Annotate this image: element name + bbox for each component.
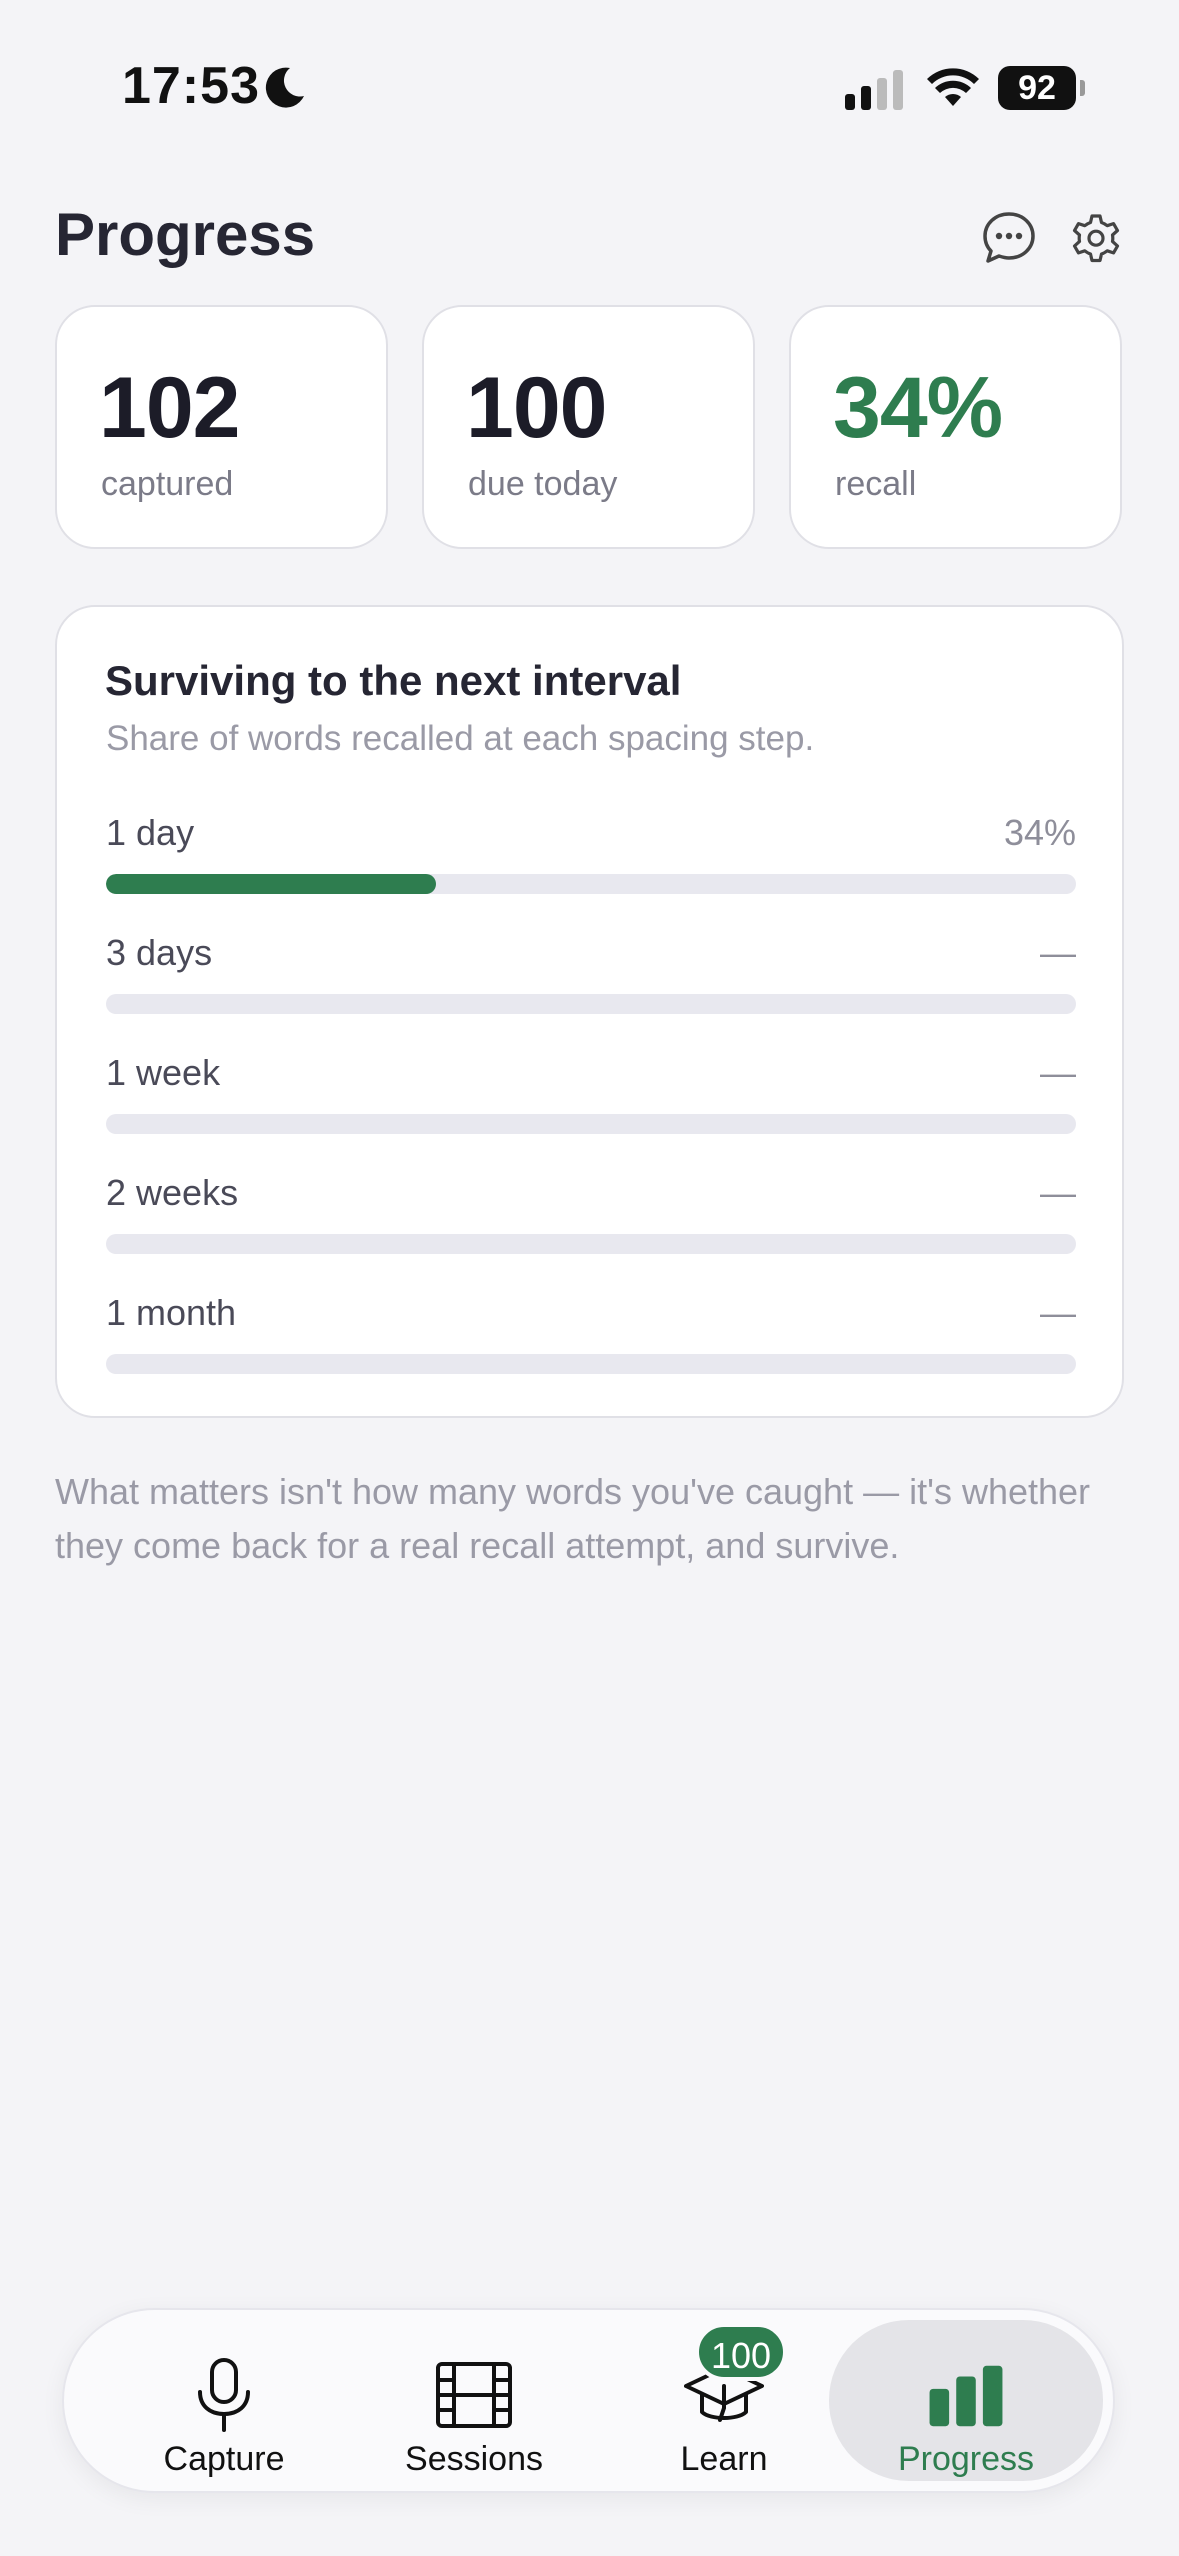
tab-label: Progress (897, 2440, 1035, 2478)
interval-label: 1 day (106, 812, 195, 853)
moon-icon (265, 67, 304, 108)
status-time: 17:53 (122, 57, 260, 115)
gear-icon[interactable] (1066, 208, 1126, 268)
tab-label: Learn (680, 2440, 768, 2478)
interval-value: — (1040, 1292, 1076, 1333)
tab-bar: Capture Sessions Learn Progress (62, 2308, 1115, 2493)
interval-label: 1 month (106, 1292, 237, 1333)
interval-card: Surviving to the next interval Share of … (55, 605, 1124, 1418)
interval-row-1-week: 1 week — (106, 1052, 1076, 1142)
progress-track (106, 1234, 1076, 1254)
interval-row-1-day: 1 day 34% (106, 812, 1076, 902)
progress-track (106, 874, 1076, 894)
chat-icon[interactable] (979, 208, 1039, 268)
learn-badge: 100 (695, 2323, 788, 2381)
interval-value: — (1040, 932, 1076, 973)
interval-row-1-month: 1 month — (106, 1292, 1076, 1382)
stat-card-captured: 102 captured (55, 305, 388, 549)
stat-label: due today (468, 465, 618, 503)
interval-card-title: Surviving to the next interval (105, 657, 682, 704)
interval-card-subtitle: Share of words recalled at each spacing … (106, 719, 815, 758)
interval-label: 1 week (106, 1052, 221, 1093)
status-bar: 17:53 92 (0, 0, 1179, 150)
battery-tip (1080, 80, 1085, 96)
interval-row-3-days: 3 days — (106, 932, 1076, 1022)
wifi-icon (927, 68, 979, 106)
bar-chart-icon (929, 2365, 1003, 2427)
interval-value: 34% (1003, 812, 1076, 853)
interval-row-2-weeks: 2 weeks — (106, 1172, 1076, 1262)
stat-card-due-today: 100 due today (422, 305, 755, 549)
stat-value: 100 (466, 360, 607, 456)
interval-label: 3 days (106, 932, 213, 973)
signal-icon (845, 70, 903, 110)
tab-label: Capture (163, 2440, 285, 2478)
stat-card-recall: 34% recall (789, 305, 1122, 549)
tab-sessions[interactable]: Sessions (374, 2320, 574, 2481)
progress-track (106, 1114, 1076, 1134)
progress-track (106, 1354, 1076, 1374)
microphone-icon (198, 2358, 250, 2432)
battery-indicator: 92 (998, 66, 1076, 110)
tab-label: Sessions (405, 2440, 543, 2478)
interval-label: 2 weeks (106, 1172, 239, 1213)
stat-value: 34% (833, 360, 1003, 456)
tab-progress[interactable]: Progress (829, 2320, 1103, 2481)
footnote: What matters isn't how many words you've… (55, 1471, 1091, 1566)
page-title: Progress (55, 201, 316, 268)
stat-label: captured (101, 465, 234, 503)
progress-track (106, 994, 1076, 1014)
stat-label: recall (835, 465, 917, 503)
progress-fill (106, 874, 436, 894)
stat-value: 102 (99, 360, 240, 456)
interval-value: — (1040, 1172, 1076, 1213)
film-icon (436, 2362, 512, 2428)
interval-value: — (1040, 1052, 1076, 1093)
tab-capture[interactable]: Capture (124, 2320, 324, 2481)
